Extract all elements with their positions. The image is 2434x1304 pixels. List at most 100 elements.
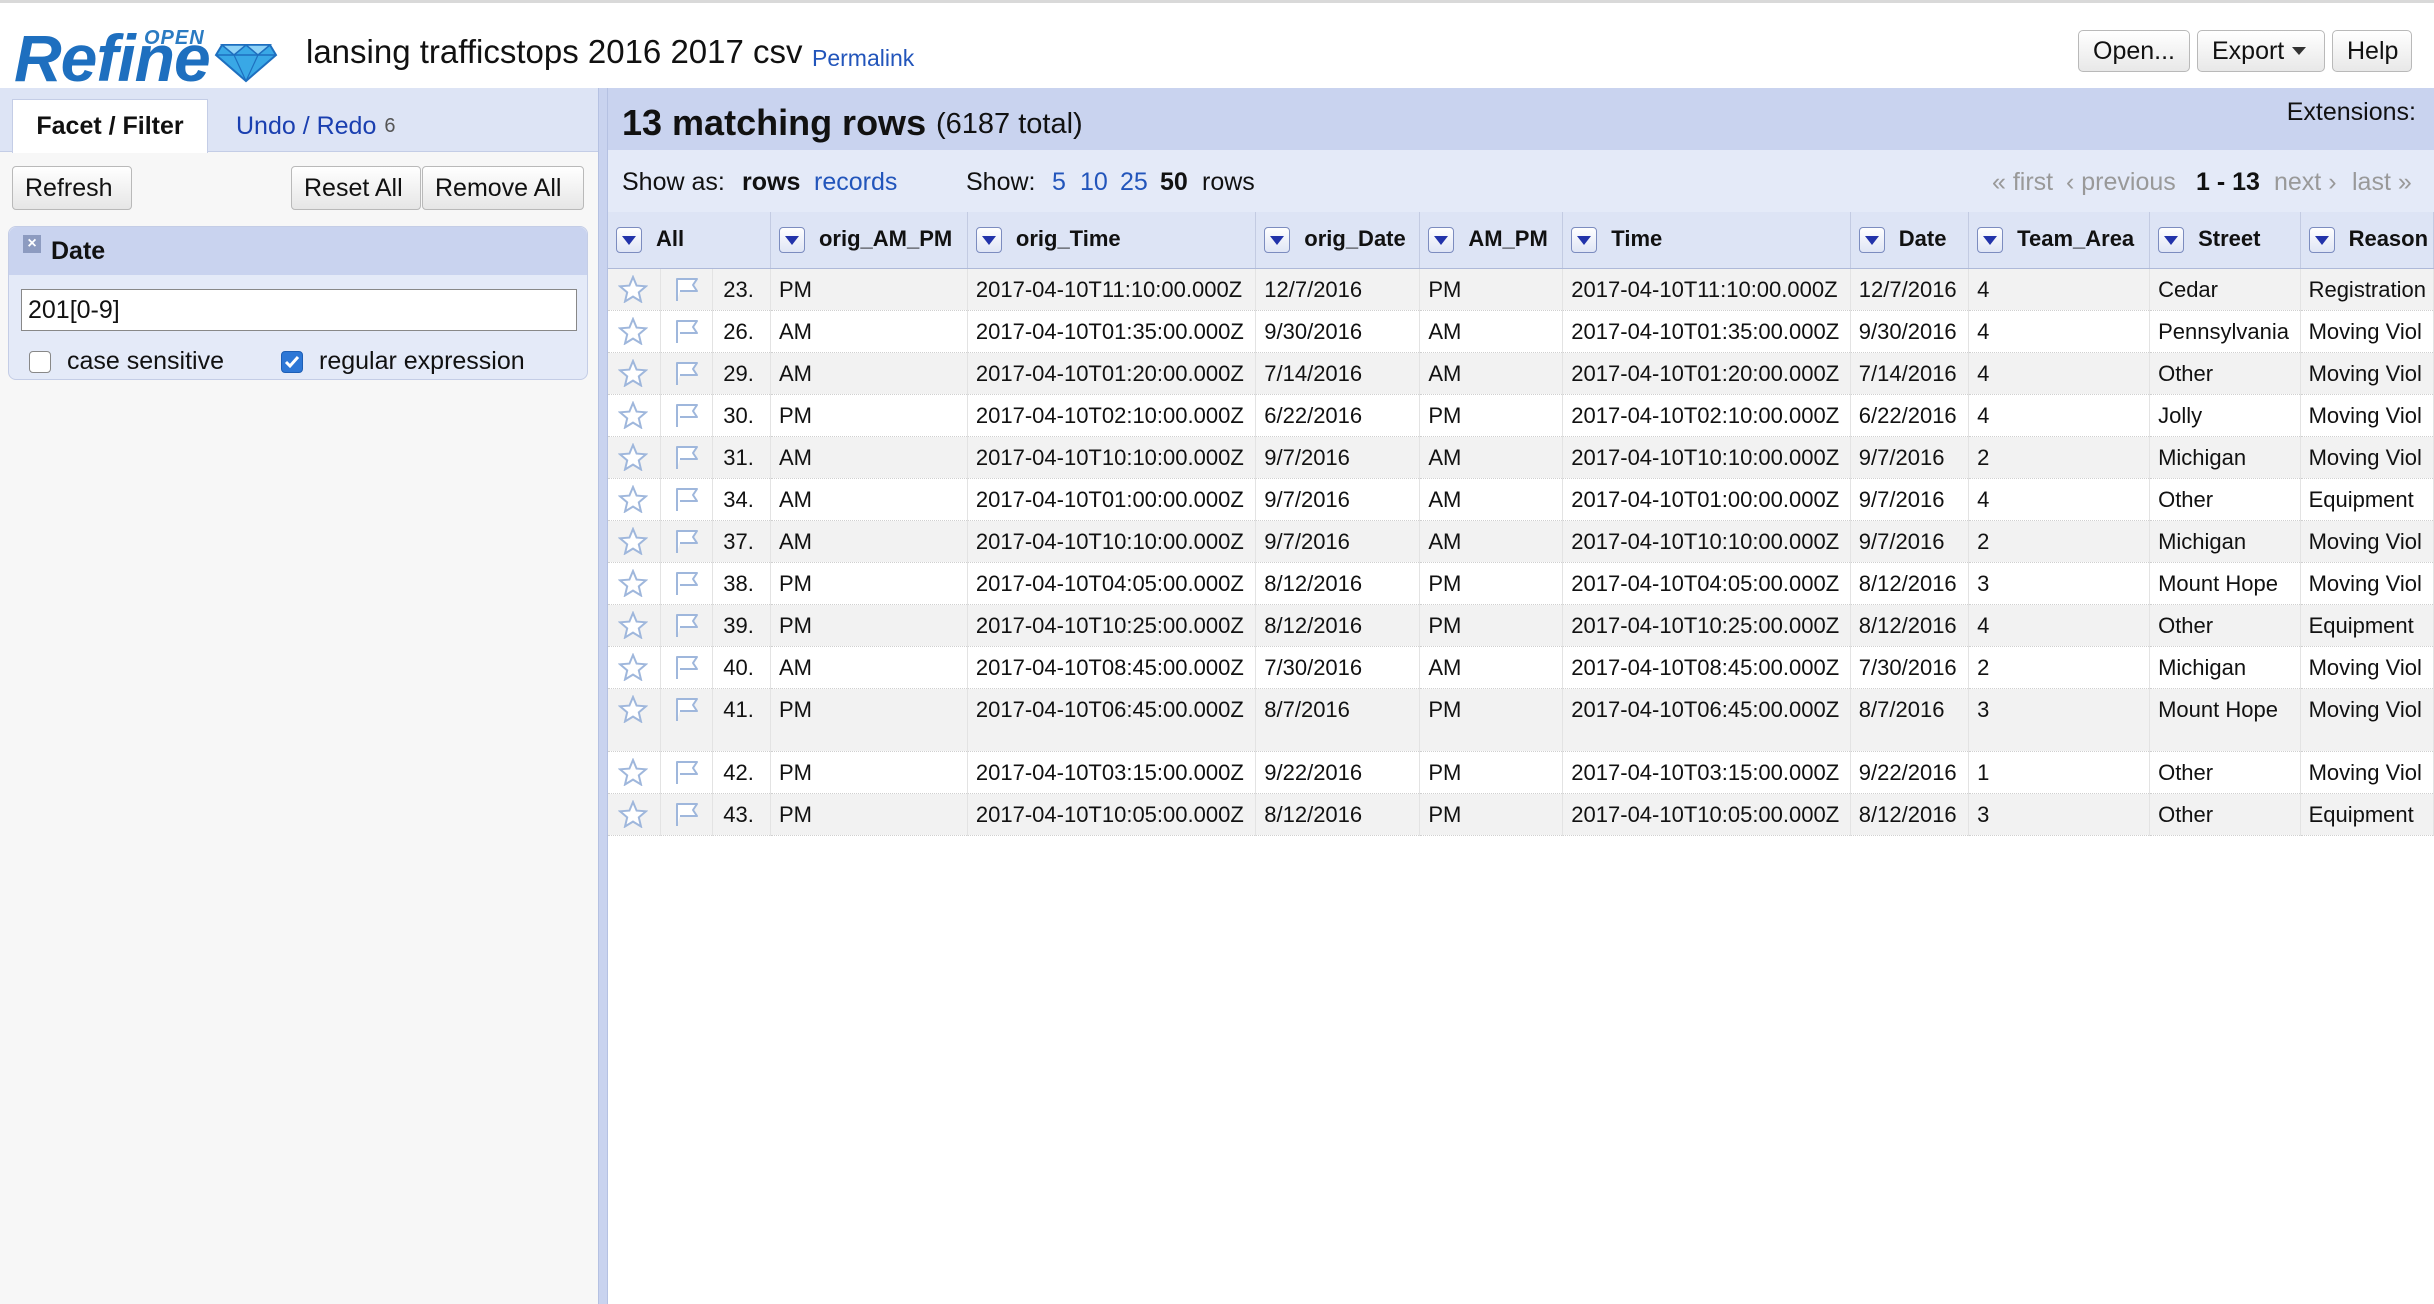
star-icon[interactable] bbox=[608, 478, 661, 521]
cell-time[interactable]: 2017-04-10T10:10:00.000Z bbox=[1562, 436, 1851, 479]
cell-am-pm[interactable]: PM bbox=[1419, 394, 1564, 437]
cell-am-pm[interactable]: PM bbox=[1419, 604, 1564, 647]
cell-orig-am-pm[interactable]: PM bbox=[770, 562, 968, 605]
cell-street[interactable]: Pennsylvania bbox=[2149, 310, 2301, 353]
cell-date[interactable]: 9/22/2016 bbox=[1850, 751, 1970, 794]
cell-team-area[interactable]: 3 bbox=[1968, 793, 2151, 836]
chevron-down-icon[interactable] bbox=[778, 227, 805, 254]
cell-am-pm[interactable]: AM bbox=[1419, 310, 1564, 353]
chevron-down-icon[interactable] bbox=[1264, 227, 1291, 254]
cell-orig-am-pm[interactable]: AM bbox=[770, 520, 968, 563]
cell-reason[interactable]: Moving Viol bbox=[2300, 751, 2434, 794]
column-header-date[interactable]: Date bbox=[1850, 212, 1970, 269]
flag-icon[interactable] bbox=[660, 688, 714, 752]
cell-orig-date[interactable]: 9/7/2016 bbox=[1255, 520, 1421, 563]
openrefine-logo[interactable]: Refine OPEN bbox=[14, 23, 284, 93]
cell-orig-time[interactable]: 2017-04-10T08:45:00.000Z bbox=[967, 646, 1257, 689]
last-page-link[interactable]: last » bbox=[2352, 168, 2412, 197]
cell-orig-am-pm[interactable]: PM bbox=[770, 793, 968, 836]
cell-am-pm[interactable]: AM bbox=[1419, 646, 1564, 689]
cell-orig-time[interactable]: 2017-04-10T10:25:00.000Z bbox=[967, 604, 1257, 647]
cell-team-area[interactable]: 4 bbox=[1968, 310, 2151, 353]
cell-time[interactable]: 2017-04-10T06:45:00.000Z bbox=[1562, 688, 1851, 752]
cell-date[interactable]: 7/14/2016 bbox=[1850, 352, 1970, 395]
open-button[interactable]: Open... bbox=[2078, 30, 2190, 72]
show-as-records[interactable]: records bbox=[814, 168, 897, 197]
cell-time[interactable]: 2017-04-10T08:45:00.000Z bbox=[1562, 646, 1851, 689]
permalink-link[interactable]: Permalink bbox=[812, 45, 914, 72]
cell-team-area[interactable]: 3 bbox=[1968, 688, 2151, 752]
cell-orig-am-pm[interactable]: PM bbox=[770, 688, 968, 752]
cell-date[interactable]: 9/7/2016 bbox=[1850, 520, 1970, 563]
star-icon[interactable] bbox=[608, 688, 661, 752]
cell-orig-am-pm[interactable]: AM bbox=[770, 646, 968, 689]
cell-am-pm[interactable]: AM bbox=[1419, 520, 1564, 563]
cell-date[interactable]: 9/30/2016 bbox=[1850, 310, 1970, 353]
cell-reason[interactable]: Moving Viol bbox=[2300, 352, 2434, 395]
export-button[interactable]: Export bbox=[2197, 30, 2325, 72]
cell-time[interactable]: 2017-04-10T03:15:00.000Z bbox=[1562, 751, 1851, 794]
cell-time[interactable]: 2017-04-10T01:00:00.000Z bbox=[1562, 478, 1851, 521]
cell-date[interactable]: 7/30/2016 bbox=[1850, 646, 1970, 689]
cell-time[interactable]: 2017-04-10T02:10:00.000Z bbox=[1562, 394, 1851, 437]
flag-icon[interactable] bbox=[660, 793, 714, 836]
regular-expression-option[interactable]: regular expression bbox=[281, 347, 525, 376]
page-size-50[interactable]: 50 bbox=[1160, 168, 1188, 197]
star-icon[interactable] bbox=[608, 520, 661, 563]
cell-team-area[interactable]: 2 bbox=[1968, 436, 2151, 479]
cell-orig-am-pm[interactable]: AM bbox=[770, 352, 968, 395]
tab-undo-redo[interactable]: Undo / Redo 6 bbox=[214, 99, 418, 153]
column-header-orig-am-pm[interactable]: orig_AM_PM bbox=[770, 212, 968, 269]
chevron-down-icon[interactable] bbox=[2308, 227, 2335, 254]
cell-orig-am-pm[interactable]: PM bbox=[770, 751, 968, 794]
cell-date[interactable]: 8/7/2016 bbox=[1850, 688, 1970, 752]
cell-orig-am-pm[interactable]: AM bbox=[770, 478, 968, 521]
show-as-rows[interactable]: rows bbox=[742, 168, 800, 197]
cell-street[interactable]: Other bbox=[2149, 604, 2301, 647]
case-sensitive-checkbox[interactable] bbox=[29, 350, 51, 373]
column-header-orig-date[interactable]: orig_Date bbox=[1255, 212, 1421, 269]
cell-reason[interactable]: Equipment bbox=[2300, 793, 2434, 836]
cell-orig-date[interactable]: 8/12/2016 bbox=[1255, 604, 1421, 647]
cell-am-pm[interactable]: PM bbox=[1419, 268, 1564, 311]
flag-icon[interactable] bbox=[660, 478, 714, 521]
cell-orig-time[interactable]: 2017-04-10T10:10:00.000Z bbox=[967, 520, 1257, 563]
cell-orig-time[interactable]: 2017-04-10T04:05:00.000Z bbox=[967, 562, 1257, 605]
cell-date[interactable]: 8/12/2016 bbox=[1850, 793, 1970, 836]
cell-orig-date[interactable]: 9/7/2016 bbox=[1255, 436, 1421, 479]
flag-icon[interactable] bbox=[660, 436, 714, 479]
cell-orig-time[interactable]: 2017-04-10T01:35:00.000Z bbox=[967, 310, 1257, 353]
flag-icon[interactable] bbox=[660, 604, 714, 647]
column-header-street[interactable]: Street bbox=[2149, 212, 2301, 269]
cell-street[interactable]: Other bbox=[2149, 751, 2301, 794]
cell-orig-am-pm[interactable]: PM bbox=[770, 394, 968, 437]
cell-date[interactable]: 8/12/2016 bbox=[1850, 604, 1970, 647]
column-header-reason[interactable]: Reason bbox=[2300, 212, 2434, 269]
cell-reason[interactable]: Moving Viol bbox=[2300, 688, 2434, 752]
project-name[interactable]: lansing trafficstops 2016 2017 csv bbox=[306, 33, 803, 71]
cell-time[interactable]: 2017-04-10T10:05:00.000Z bbox=[1562, 793, 1851, 836]
cell-team-area[interactable]: 4 bbox=[1968, 604, 2151, 647]
cell-date[interactable]: 12/7/2016 bbox=[1850, 268, 1970, 311]
cell-orig-date[interactable]: 8/12/2016 bbox=[1255, 562, 1421, 605]
cell-date[interactable]: 6/22/2016 bbox=[1850, 394, 1970, 437]
page-size-5[interactable]: 5 bbox=[1052, 168, 1066, 197]
cell-team-area[interactable]: 2 bbox=[1968, 646, 2151, 689]
regular-expression-checkbox[interactable] bbox=[281, 350, 303, 373]
cell-orig-time[interactable]: 2017-04-10T03:15:00.000Z bbox=[967, 751, 1257, 794]
flag-icon[interactable] bbox=[660, 310, 714, 353]
cell-team-area[interactable]: 4 bbox=[1968, 268, 2151, 311]
cell-orig-date[interactable]: 8/12/2016 bbox=[1255, 793, 1421, 836]
cell-street[interactable]: Mount Hope bbox=[2149, 688, 2301, 752]
cell-orig-date[interactable]: 7/14/2016 bbox=[1255, 352, 1421, 395]
chevron-down-icon[interactable] bbox=[1858, 227, 1885, 254]
cell-street[interactable]: Other bbox=[2149, 352, 2301, 395]
cell-am-pm[interactable]: AM bbox=[1419, 436, 1564, 479]
cell-team-area[interactable]: 2 bbox=[1968, 520, 2151, 563]
cell-am-pm[interactable]: AM bbox=[1419, 352, 1564, 395]
column-header-orig-time[interactable]: orig_Time bbox=[967, 212, 1257, 269]
page-size-10[interactable]: 10 bbox=[1080, 168, 1108, 197]
cell-orig-am-pm[interactable]: AM bbox=[770, 310, 968, 353]
cell-street[interactable]: Other bbox=[2149, 478, 2301, 521]
cell-street[interactable]: Mount Hope bbox=[2149, 562, 2301, 605]
